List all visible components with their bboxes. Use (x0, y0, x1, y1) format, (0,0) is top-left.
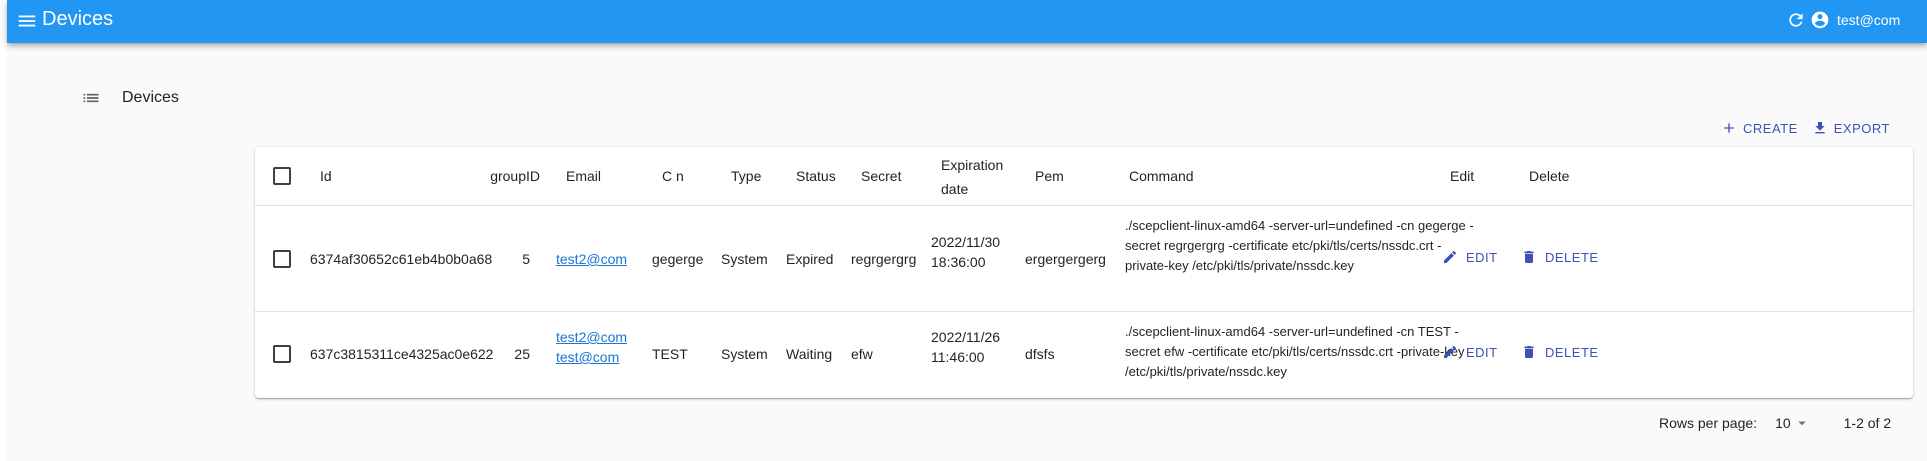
dropdown-arrow-icon (1797, 421, 1806, 426)
page-title: Devices (122, 89, 179, 106)
email-link[interactable]: test2@com (556, 327, 627, 347)
column-header-status[interactable]: Status (796, 166, 836, 186)
rows-per-page-label: Rows per page: (1659, 415, 1758, 431)
expiration-date: 2022/11/26 (931, 329, 1001, 345)
trash-icon (1524, 251, 1534, 263)
column-header-email[interactable]: Email (566, 166, 601, 186)
export-button[interactable]: EXPORT (1812, 118, 1890, 138)
trash-icon (1524, 346, 1534, 358)
table-row[interactable]: 637c3815311ce4325ac0e622 25 test2@com te… (255, 312, 1913, 398)
select-all-checkbox[interactable] (273, 167, 291, 185)
create-label: CREATE (1743, 120, 1798, 136)
refresh-icon[interactable] (1786, 10, 1806, 30)
edit-label: EDIT (1466, 249, 1498, 265)
pagination-range: 1-2 of 2 (1843, 415, 1892, 431)
device-expiration: 2022/11/30 18:36:00 (931, 232, 1000, 272)
table-row[interactable]: 6374af30652c61eb4b0b0a68 5 test2@com geg… (255, 206, 1913, 312)
device-type: System (721, 346, 768, 362)
column-header-edit: Edit (1450, 168, 1475, 184)
edit-label: EDIT (1466, 344, 1498, 360)
expiration-time: 18:36:00 (931, 254, 986, 270)
device-status: Waiting (786, 346, 833, 362)
edit-button[interactable]: EDIT (1442, 249, 1498, 265)
device-expiration: 2022/11/26 11:46:00 (931, 327, 1000, 367)
expiration-date: 2022/11/30 (931, 234, 1001, 250)
column-header-command[interactable]: Command (1129, 166, 1194, 186)
row-checkbox[interactable] (273, 250, 291, 268)
device-group-id: 5 (522, 251, 530, 267)
device-secret: efw (851, 346, 873, 362)
table-header-row: Id groupID Email C n Type Status Secret … (255, 147, 1913, 206)
delete-button[interactable]: DELETE (1521, 249, 1599, 265)
device-id: 637c3815311ce4325ac0e622 (310, 346, 494, 362)
edit-button[interactable]: EDIT (1442, 344, 1498, 360)
expiration-time: 11:46:00 (931, 349, 985, 365)
column-header-pem[interactable]: Pem (1035, 166, 1064, 186)
account-circle-icon (1811, 11, 1829, 29)
column-header-delete: Delete (1529, 168, 1570, 184)
create-button[interactable]: CREATE (1721, 118, 1798, 138)
device-command: ./scepclient-linux-amd64 -server-url=und… (1125, 324, 1465, 379)
pagination: Rows per page: 10 1-2 of 2 (1659, 414, 1891, 432)
column-header-id[interactable]: Id (320, 166, 332, 186)
row-checkbox[interactable] (273, 345, 291, 363)
list-icon (83, 93, 99, 103)
menu-icon[interactable] (16, 10, 38, 32)
download-icon (1815, 122, 1825, 134)
device-email-cell: test2@com test@com (556, 327, 627, 367)
column-header-type[interactable]: Type (731, 166, 761, 186)
pencil-icon (1444, 345, 1457, 358)
email-link[interactable]: test2@com (556, 249, 627, 269)
device-type: System (721, 251, 768, 267)
device-cn: gegerge (652, 251, 704, 267)
device-secret: regrgergrg (851, 251, 917, 267)
device-email-cell: test2@com (556, 249, 627, 269)
user-menu-button[interactable]: test@com (1810, 8, 1900, 32)
device-pem: dfsfs (1025, 346, 1055, 362)
rows-per-page-select[interactable]: 10 (1775, 414, 1811, 432)
page-heading: Devices (81, 88, 179, 108)
app-title: Devices (42, 8, 114, 30)
device-group-id: 25 (514, 346, 530, 362)
pencil-icon (1444, 250, 1457, 263)
column-header-groupid[interactable]: groupID (480, 166, 540, 186)
rows-per-page-value: 10 (1775, 415, 1791, 431)
device-status: Expired (786, 251, 834, 267)
app-frame: Devices test@com Devices CREATE EXPORT I… (7, 0, 1927, 461)
delete-label: DELETE (1545, 249, 1599, 265)
device-pem: ergergergerg (1025, 251, 1106, 267)
app-bar: Devices test@com (7, 0, 1927, 43)
add-icon (1724, 123, 1734, 133)
devices-table: Id groupID Email C n Type Status Secret … (255, 147, 1913, 398)
user-name: test@com (1837, 12, 1901, 28)
delete-label: DELETE (1545, 344, 1599, 360)
column-header-secret[interactable]: Secret (861, 166, 901, 186)
delete-button[interactable]: DELETE (1521, 344, 1599, 360)
device-cn: TEST (652, 346, 688, 362)
toolbar-actions: CREATE EXPORT (1721, 118, 1890, 138)
export-label: EXPORT (1833, 120, 1890, 136)
device-id: 6374af30652c61eb4b0b0a68 (310, 251, 493, 267)
device-command: ./scepclient-linux-amd64 -server-url=und… (1125, 218, 1474, 273)
column-header-expiration-date[interactable]: Expiration date (941, 153, 1011, 201)
email-link[interactable]: test@com (556, 347, 627, 367)
column-header-cn[interactable]: C n (662, 166, 684, 186)
